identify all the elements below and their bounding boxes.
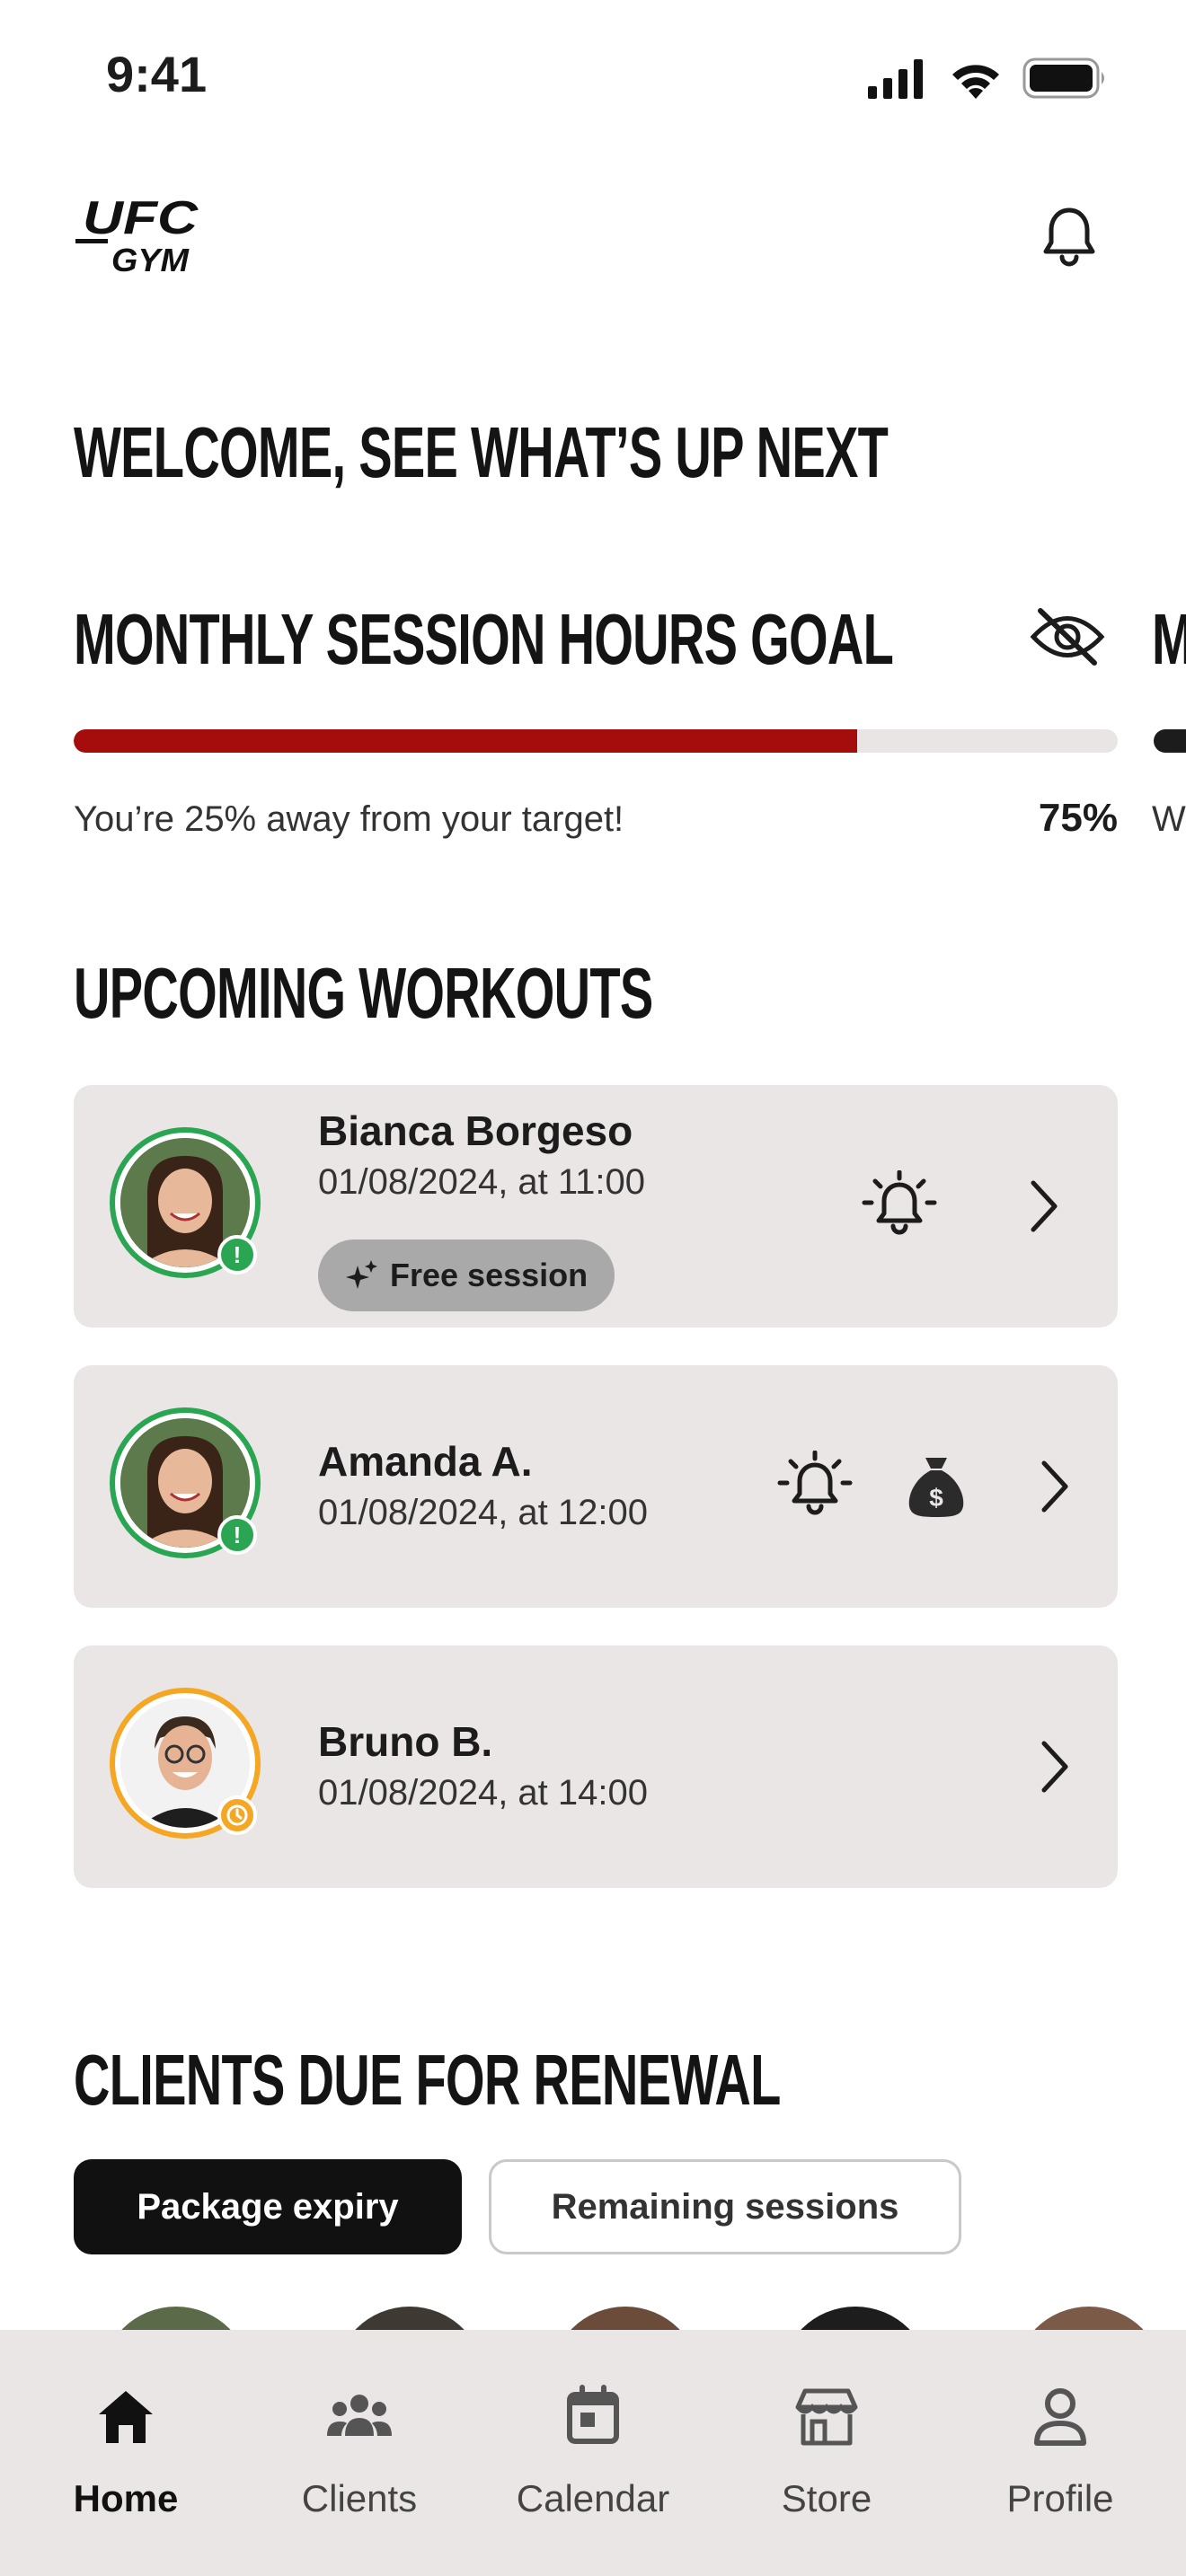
goal-progress-bar bbox=[74, 729, 1118, 753]
clock-status-icon bbox=[217, 1795, 257, 1835]
cellular-signal-icon bbox=[868, 59, 925, 102]
nav-profile[interactable]: Profile bbox=[961, 2380, 1159, 2520]
bell-icon bbox=[1043, 207, 1095, 267]
alarm-bell-icon bbox=[862, 1169, 937, 1235]
home-icon bbox=[99, 2391, 153, 2443]
sparkles-icon bbox=[346, 1260, 377, 1289]
money-bag-icon: $ bbox=[908, 1458, 964, 1517]
wifi-icon bbox=[949, 59, 1003, 102]
workout-time: 01/08/2024, at 12:00 bbox=[318, 1493, 648, 1532]
status-time: 9:41 bbox=[106, 46, 208, 102]
next-goal-message-peek: W bbox=[1152, 799, 1186, 839]
workout-card[interactable]: ! Bianca Borgeso 01/08/2024, at 11:00 Fr… bbox=[74, 1085, 1118, 1328]
next-goal-progress-peek bbox=[1154, 729, 1186, 753]
nav-store[interactable]: Store bbox=[728, 2380, 925, 2520]
profile-icon bbox=[1034, 2388, 1086, 2446]
avatar: ! bbox=[110, 1407, 261, 1558]
nav-home[interactable]: Home bbox=[27, 2380, 225, 2520]
chevron-right-icon[interactable] bbox=[1037, 1458, 1073, 1515]
goal-title: MONTHLY SESSION HOURS GOAL bbox=[74, 599, 894, 679]
workout-time: 01/08/2024, at 14:00 bbox=[318, 1773, 648, 1813]
nav-profile-label: Profile bbox=[1006, 2477, 1114, 2519]
ufc-gym-logo: UFC GYM bbox=[75, 192, 207, 280]
svg-text:GYM: GYM bbox=[111, 242, 190, 277]
alarm-bell-icon bbox=[777, 1450, 853, 1515]
battery-icon bbox=[1022, 57, 1109, 102]
confirmed-status-icon: ! bbox=[217, 1235, 257, 1275]
nav-calendar-label: Calendar bbox=[516, 2477, 670, 2519]
client-name: Bianca Borgeso bbox=[318, 1107, 633, 1154]
svg-text:UFC: UFC bbox=[83, 194, 199, 244]
confirmed-status-icon: ! bbox=[217, 1515, 257, 1555]
workout-time: 01/08/2024, at 11:00 bbox=[318, 1162, 646, 1202]
workout-card[interactable]: ! Amanda A. 01/08/2024, at 12:00 $ bbox=[74, 1365, 1118, 1608]
welcome-title: WELCOME, SEE WHAT’S UP NEXT bbox=[74, 412, 889, 492]
nav-clients-label: Clients bbox=[301, 2477, 418, 2519]
svg-text:$: $ bbox=[929, 1484, 943, 1512]
payment-button[interactable]: $ bbox=[900, 1451, 972, 1526]
renewal-title: CLIENTS DUE FOR RENEWAL bbox=[74, 2040, 781, 2120]
upcoming-workouts-title: UPCOMING WORKOUTS bbox=[74, 953, 653, 1033]
goal-progress-message: You’re 25% away from your target! bbox=[74, 799, 624, 839]
avatar bbox=[110, 1688, 261, 1839]
hide-eye-icon[interactable] bbox=[1030, 605, 1105, 672]
reminder-button[interactable] bbox=[861, 1169, 938, 1246]
clients-icon bbox=[327, 2395, 392, 2436]
goal-progress-fill bbox=[74, 729, 857, 753]
chevron-right-icon[interactable] bbox=[1037, 1738, 1073, 1795]
calendar-icon bbox=[567, 2385, 619, 2444]
chip-label: Free session bbox=[390, 1257, 589, 1293]
nav-calendar[interactable]: Calendar bbox=[494, 2380, 692, 2520]
workout-card[interactable]: Bruno B. 01/08/2024, at 14:00 bbox=[74, 1645, 1118, 1888]
nav-clients[interactable]: Clients bbox=[261, 2380, 458, 2520]
package-expiry-filter[interactable]: Package expiry bbox=[74, 2159, 462, 2254]
remaining-sessions-filter[interactable]: Remaining sessions bbox=[489, 2159, 961, 2254]
client-name: Amanda A. bbox=[318, 1438, 533, 1485]
free-session-chip: Free session bbox=[318, 1239, 615, 1311]
nav-store-label: Store bbox=[781, 2477, 872, 2519]
nav-home-label: Home bbox=[73, 2477, 179, 2519]
next-goal-card-peek-title: M bbox=[1152, 598, 1186, 681]
chevron-right-icon[interactable] bbox=[1026, 1178, 1062, 1235]
bottom-navigation: Home Clients Calendar Store Profile bbox=[0, 2330, 1186, 2576]
reminder-button[interactable] bbox=[776, 1450, 854, 1526]
avatar: ! bbox=[110, 1127, 261, 1278]
goal-progress-percent: 75% bbox=[1038, 796, 1118, 840]
store-icon bbox=[795, 2388, 858, 2446]
client-name: Bruno B. bbox=[318, 1718, 493, 1765]
notifications-button[interactable] bbox=[1033, 199, 1105, 271]
